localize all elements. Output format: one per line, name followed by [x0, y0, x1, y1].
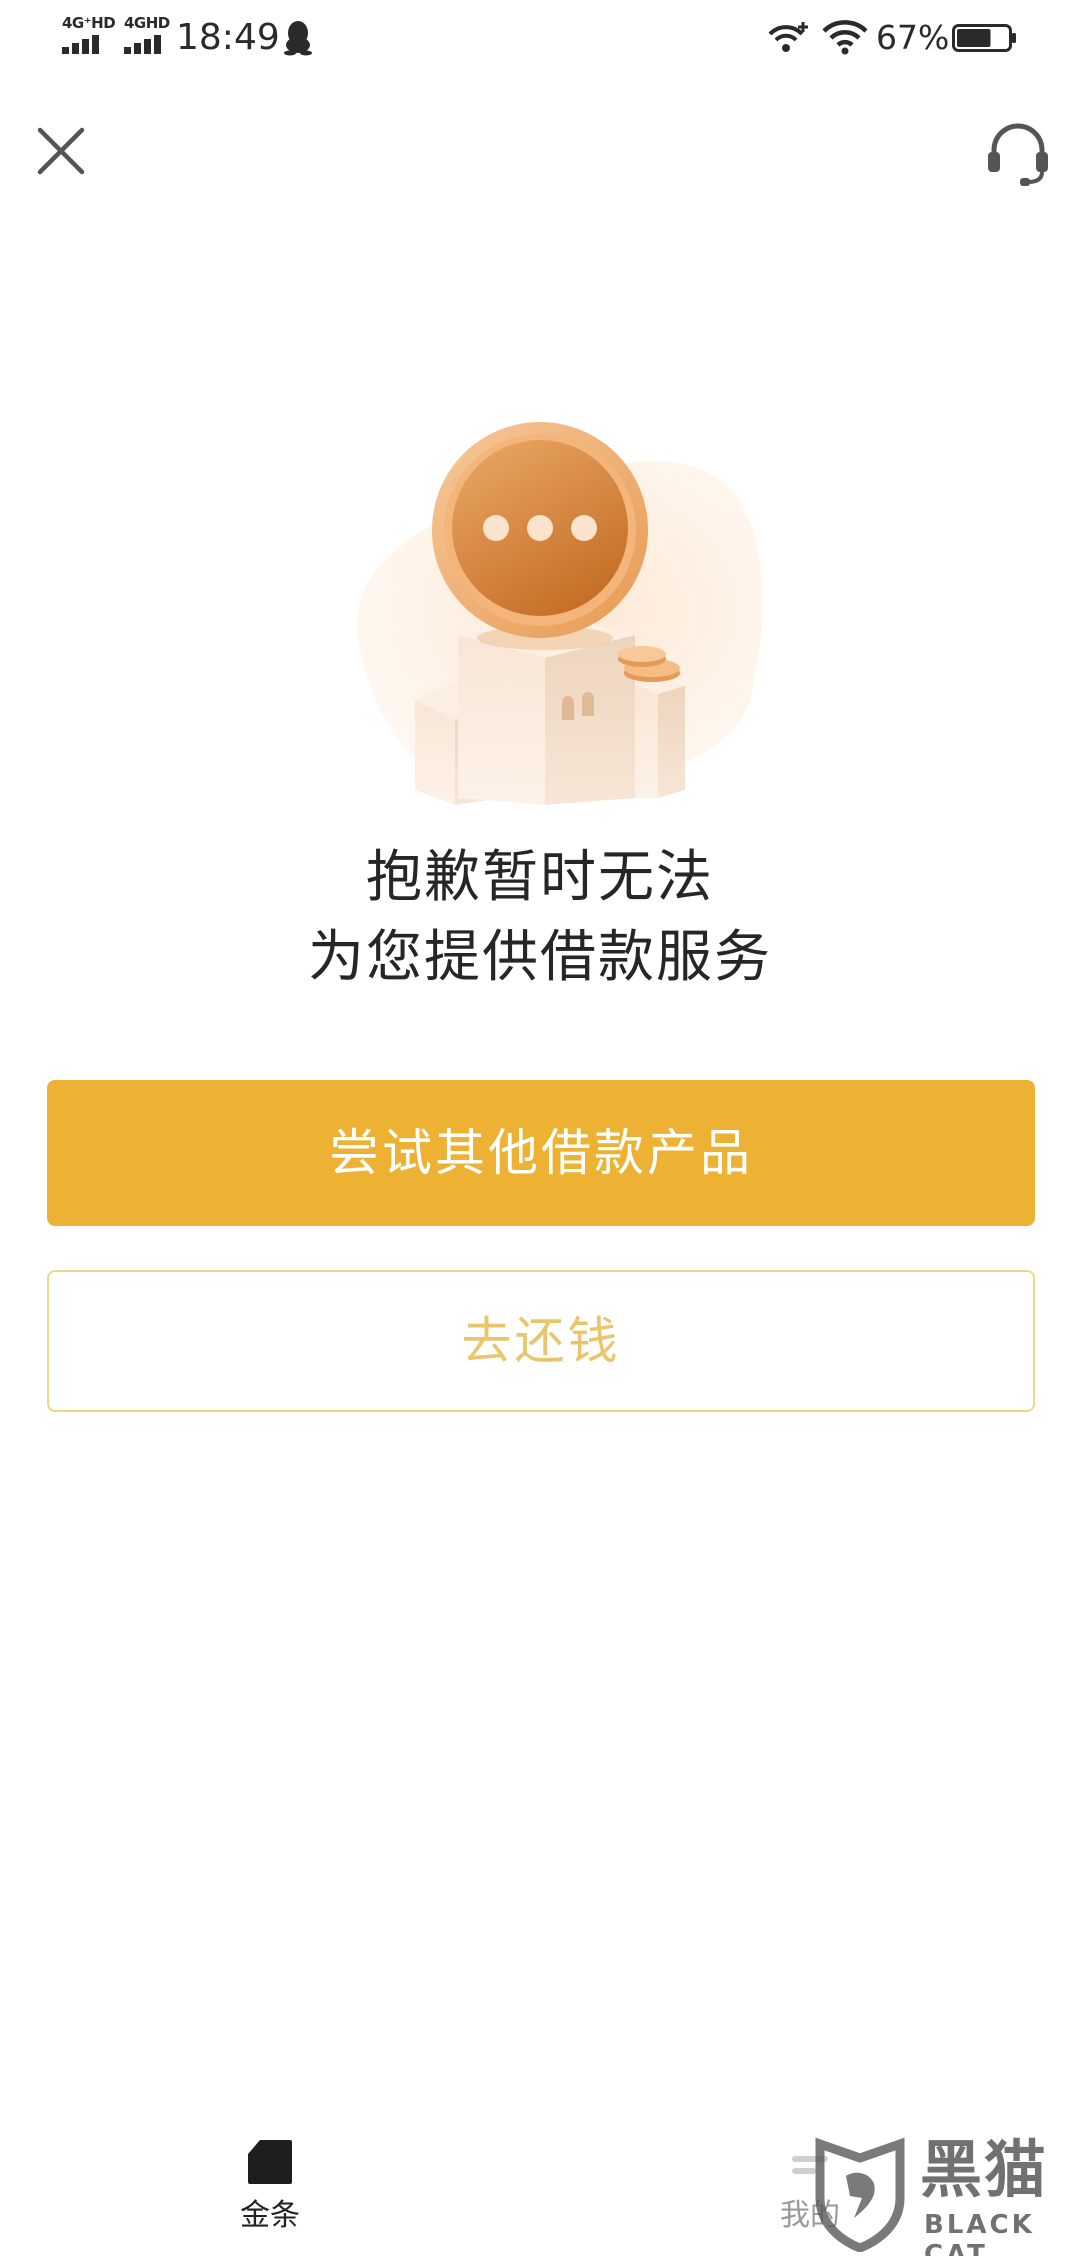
error-message-line2: 为您提供借款服务	[308, 925, 772, 990]
watermark-en: BLACK CAT	[924, 2210, 1035, 2256]
dot-icon	[527, 515, 553, 541]
error-message-line1: 抱歉暂时无法	[366, 845, 714, 910]
dot-icon	[571, 515, 597, 541]
close-button[interactable]	[30, 120, 92, 182]
sim2-signal-icon: 4GHD	[124, 16, 174, 56]
black-cat-watermark: 黑猫 BLACK CAT	[790, 2130, 1080, 2256]
tab-label: 金条	[240, 2198, 300, 2233]
sim2-network-label: 4GHD	[124, 14, 170, 32]
wifi-icon	[822, 20, 868, 55]
battery-percent: 67%	[876, 18, 950, 57]
watermark-cn: 黑猫	[920, 2133, 1049, 2206]
black-cat-logo-icon	[815, 2137, 905, 2252]
wifi-calling-icon	[768, 22, 808, 52]
headset-icon	[988, 123, 1048, 186]
go-repay-button[interactable]: 去还钱	[47, 1270, 1035, 1412]
status-time: 18:49	[176, 17, 280, 58]
battery-icon	[952, 24, 1016, 52]
coin-building-illustration	[356, 422, 763, 805]
qq-icon	[284, 21, 312, 56]
loan-unavailable-page: 4G⁺HD 4GHD 18:49 67% 抱歉暂时无法 为您提供借款服务 尝试其…	[0, 0, 1080, 2256]
customer-service-button[interactable]	[982, 118, 1054, 190]
jintiao-icon	[248, 2140, 292, 2184]
dot-icon	[483, 515, 509, 541]
status-bar: 4G⁺HD 4GHD 18:49 67%	[0, 0, 1080, 76]
sim1-signal-icon: 4G⁺HD	[62, 14, 116, 56]
close-icon	[37, 127, 85, 175]
tab-jintiao[interactable]: 金条	[170, 2096, 370, 2256]
sim1-network-label: 4G⁺HD	[62, 14, 116, 32]
try-other-loan-products-button[interactable]: 尝试其他借款产品	[47, 1080, 1035, 1226]
